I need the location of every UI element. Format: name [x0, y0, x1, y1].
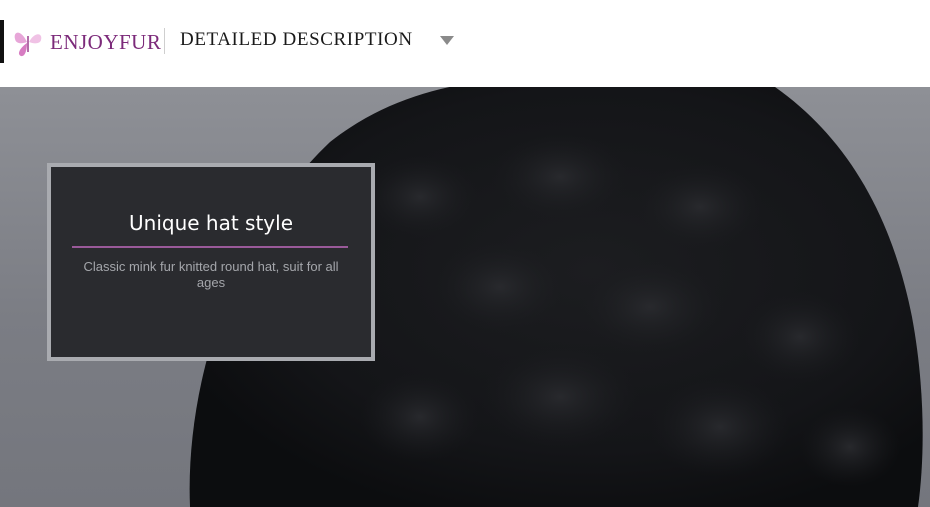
butterfly-icon [14, 32, 42, 57]
feature-caption-box: Unique hat style Classic mink fur knitte… [47, 163, 375, 361]
feature-title: Unique hat style [129, 211, 293, 235]
section-title: DETAILED DESCRIPTION [180, 29, 413, 50]
feature-description: Classic mink fur knitted round hat, suit… [83, 259, 339, 290]
page-header: ENJOYFUR DETAILED DESCRIPTION [0, 0, 930, 87]
brand-name: ENJOYFUR [50, 29, 162, 54]
header-divider [164, 28, 165, 54]
brand-logo[interactable]: ENJOYFUR [12, 22, 161, 62]
triangle-down-icon[interactable] [440, 36, 454, 45]
header-accent-bar [0, 20, 4, 63]
hero-image: Unique hat style Classic mink fur knitte… [0, 87, 930, 507]
title-underline [72, 246, 348, 248]
